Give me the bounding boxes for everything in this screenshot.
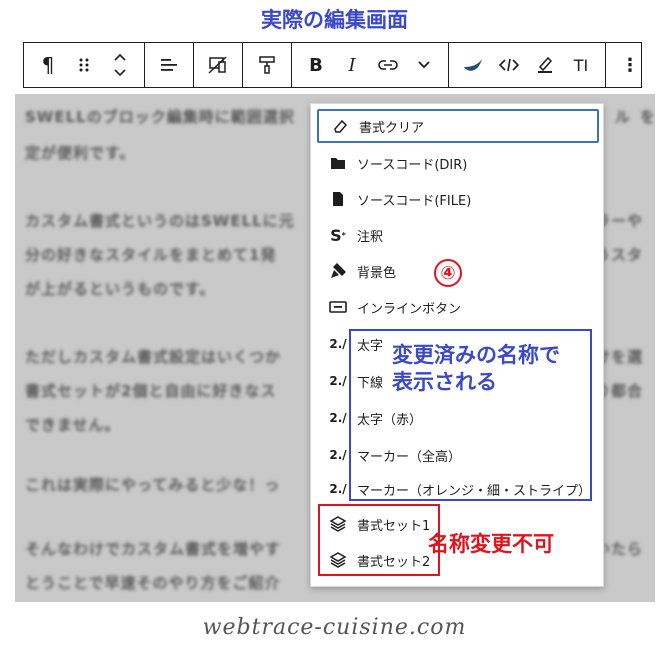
site-watermark: webtrace-cuisine.com bbox=[202, 615, 467, 640]
editor-line: 分の好きなスタイルをまとめて1発 bbox=[25, 246, 277, 264]
custom-format-icon: 2./ bbox=[329, 337, 347, 351]
paint-roller-icon[interactable] bbox=[249, 43, 285, 87]
custom-names-annotation: 変更済みの名称で 表示される bbox=[392, 342, 560, 396]
editor-line: 定が便利です。 bbox=[25, 144, 136, 162]
file-icon bbox=[327, 188, 349, 210]
swell-logo-icon[interactable] bbox=[455, 43, 491, 87]
align-left-icon[interactable] bbox=[151, 43, 187, 87]
block-toolbar: ¶ B I TI ⋮ bbox=[23, 42, 642, 88]
custom-format-icon: 2./ bbox=[329, 411, 347, 425]
editor-line: SWELLのブロック編集時に範囲選択 bbox=[25, 108, 295, 126]
menu-item-label: ソースコード(DIR) bbox=[357, 157, 468, 173]
menu-item-label: 背景色 bbox=[357, 265, 397, 281]
code-icon[interactable] bbox=[491, 43, 527, 87]
editor-line: そんなわけでカスタム書式を増やす bbox=[25, 540, 282, 558]
menu-item-label: ソースコード(FILE) bbox=[357, 193, 472, 209]
custom-format-icon: 2./ bbox=[329, 482, 347, 496]
text-size-button[interactable]: TI bbox=[563, 43, 599, 87]
toolbar-group-options: ⋮ bbox=[606, 43, 654, 87]
menu-item-label: インラインボタン bbox=[357, 301, 462, 317]
inline-button-icon bbox=[327, 296, 349, 318]
menu-item-clear-format[interactable]: 書式クリア bbox=[317, 109, 599, 143]
editor-line-right: を bbox=[640, 108, 655, 126]
italic-button[interactable]: I bbox=[334, 43, 370, 87]
link-icon[interactable] bbox=[370, 43, 406, 87]
menu-item-source-file[interactable]: ソースコード(FILE) bbox=[317, 182, 599, 216]
menu-item-label: 注釈 bbox=[357, 229, 384, 245]
step-number-badge: ④ bbox=[434, 259, 462, 287]
drag-handle-icon[interactable] bbox=[66, 43, 102, 87]
bold-button[interactable]: B bbox=[298, 43, 334, 87]
superscript-s-icon: S * bbox=[330, 225, 346, 245]
menu-item-label: 書式クリア bbox=[359, 120, 425, 136]
chevron-down-icon[interactable] bbox=[406, 43, 442, 87]
move-up-down-icon[interactable] bbox=[102, 43, 138, 87]
format-set-highlight-box bbox=[318, 504, 440, 576]
device-visibility-icon[interactable] bbox=[200, 43, 236, 87]
more-options-button[interactable]: ⋮ bbox=[612, 43, 648, 87]
page-title: 実際の編集画面 bbox=[261, 8, 408, 32]
menu-item-annotation[interactable]: S * 注釈 bbox=[317, 218, 599, 252]
toolbar-group-align bbox=[145, 43, 194, 87]
toolbar-group-style bbox=[243, 43, 292, 87]
editor-line-right: ル bbox=[615, 108, 632, 126]
highlight-pen-icon[interactable] bbox=[527, 43, 563, 87]
step-number-text: ④ bbox=[440, 262, 456, 284]
menu-item-inline-button[interactable]: インラインボタン bbox=[317, 290, 599, 324]
paint-brush-icon bbox=[327, 260, 349, 282]
menu-item-source-dir[interactable]: ソースコード(DIR) bbox=[317, 146, 599, 180]
editor-line: これは実際にやってみると少な！っ bbox=[25, 476, 281, 494]
toolbar-group-format: B I bbox=[292, 43, 449, 87]
editor-line: カスタム書式というのはSWELLに元 bbox=[25, 212, 295, 230]
rename-disabled-annotation: 名称変更不可 bbox=[428, 532, 554, 556]
annotation-line: 変更済みの名称で bbox=[392, 343, 560, 367]
editor-line: 書式セットが2個と自由に好きなス bbox=[25, 382, 277, 400]
paragraph-block-button[interactable]: ¶ bbox=[30, 43, 66, 87]
custom-format-icon: 2./ bbox=[329, 374, 347, 388]
editor-line: ただしカスタム書式設定はいくつか bbox=[25, 348, 282, 366]
toolbar-group-device bbox=[194, 43, 243, 87]
editor-line: できません。 bbox=[25, 416, 121, 434]
editor-line: が上がるというものです。 bbox=[25, 280, 216, 298]
annotation-line: 表示される bbox=[392, 370, 497, 394]
toolbar-group-swell: TI bbox=[449, 43, 606, 87]
eraser-icon bbox=[329, 115, 351, 137]
toolbar-group-block: ¶ bbox=[24, 43, 145, 87]
editor-line: とうことで早速そのやり方をご紹介 bbox=[25, 574, 281, 592]
custom-format-icon: 2./ bbox=[329, 448, 347, 462]
folder-icon bbox=[327, 152, 349, 174]
